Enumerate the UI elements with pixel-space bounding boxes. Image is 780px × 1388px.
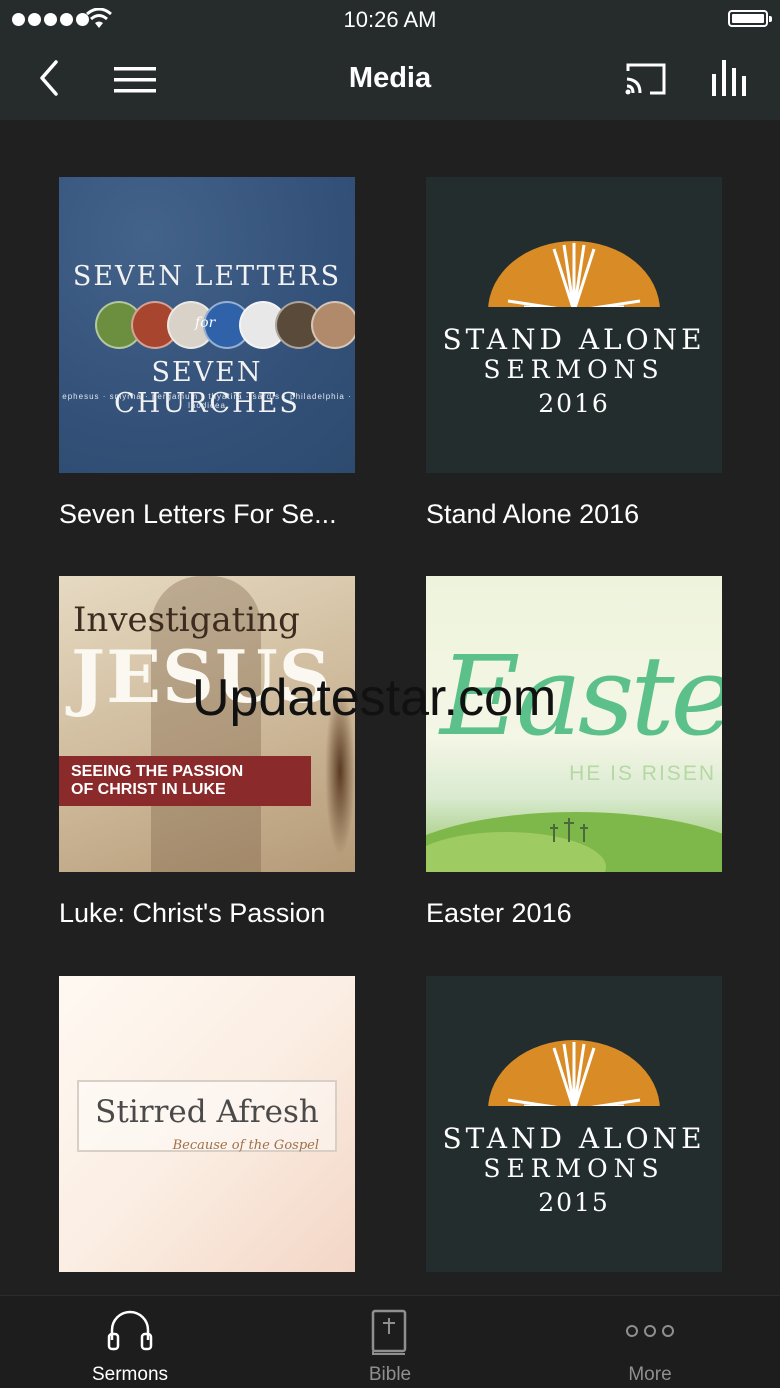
art-for: for (195, 315, 216, 331)
art-banner: SEEING THE PASSION OF CHRIST IN LUKE (59, 756, 311, 806)
media-title: Seven Letters For Se... (59, 499, 337, 529)
series-artwork: STAND ALONE SERMONS 2016 (426, 177, 722, 473)
media-title: Easter 2016 (426, 898, 572, 928)
art-title: SEVEN LETTERS (72, 261, 342, 292)
tab-bar: Sermons Bible More (0, 1295, 780, 1388)
media-tile-stand-alone-2015[interactable]: STAND ALONE SERMONS 2015 (426, 976, 722, 1295)
headphones-icon (107, 1310, 153, 1351)
art-circles (95, 301, 355, 349)
art-title: STAND ALONE (442, 1122, 706, 1155)
media-tile-stirred-afresh[interactable]: Stirred Afresh Because of the Gospel (59, 976, 355, 1295)
series-artwork: Investigating JESUS SEEING THE PASSION O… (59, 576, 355, 872)
art-tagline: HE IS RISEN (569, 762, 716, 785)
art-title: Easter (440, 632, 722, 760)
series-artwork: SEVEN LETTERS for SEVEN CHURCHES ephesus… (59, 177, 355, 473)
art-cities: ephesus · smyrna · pergamum · thyatira ·… (62, 392, 352, 410)
tab-bible[interactable]: Bible (260, 1296, 520, 1388)
more-dots-icon (626, 1325, 674, 1337)
art-year: 2016 (538, 389, 610, 418)
bar-chart-icon[interactable] (710, 58, 748, 98)
series-artwork: STAND ALONE SERMONS 2015 (426, 976, 722, 1272)
crosses-icon (550, 818, 588, 842)
art-heading: JESUS (71, 634, 332, 719)
bible-icon (371, 1309, 407, 1355)
art-subtitle: SERMONS (483, 1154, 665, 1183)
nav-bar: Media (0, 40, 780, 120)
series-artwork: Easter HE IS RISEN (426, 576, 722, 872)
art-banner-line2: OF CHRIST IN LUKE (71, 781, 226, 798)
art-year: 2015 (538, 1188, 610, 1217)
media-tile-easter-2016[interactable]: Easter HE IS RISEN Easter 2016 (426, 576, 722, 929)
media-title: Stand Alone 2016 (426, 499, 640, 529)
art-subtitle: Because of the Gospel (172, 1138, 319, 1153)
media-tile-seven-letters[interactable]: SEVEN LETTERS for SEVEN CHURCHES ephesus… (59, 177, 355, 530)
status-bar: 10:26 AM (0, 0, 780, 40)
media-title: Luke: Christ's Passion (59, 898, 326, 928)
art-banner-line1: SEEING THE PASSION (71, 763, 244, 780)
tab-label: More (628, 1364, 672, 1385)
art-title: STAND ALONE (442, 323, 706, 356)
series-artwork: Stirred Afresh Because of the Gospel (59, 976, 355, 1272)
cast-icon[interactable] (624, 61, 668, 97)
tab-label: Bible (368, 1364, 412, 1385)
art-subtitle: SERMONS (483, 355, 665, 384)
battery-icon (728, 10, 772, 27)
media-tile-luke[interactable]: Investigating JESUS SEEING THE PASSION O… (59, 576, 355, 929)
media-grid: SEVEN LETTERS for SEVEN CHURCHES ephesus… (0, 120, 780, 1295)
art-title: Stirred Afresh (95, 1094, 319, 1130)
tab-more[interactable]: More (520, 1296, 780, 1388)
sunrise-logo (488, 1040, 660, 1112)
tab-label: Sermons (91, 1364, 169, 1385)
media-tile-stand-alone-2016[interactable]: STAND ALONE SERMONS 2016 Stand Alone 201… (426, 177, 722, 530)
status-time: 10:26 AM (343, 7, 437, 32)
sunrise-logo (488, 241, 660, 313)
tab-sermons[interactable]: Sermons (0, 1296, 260, 1388)
